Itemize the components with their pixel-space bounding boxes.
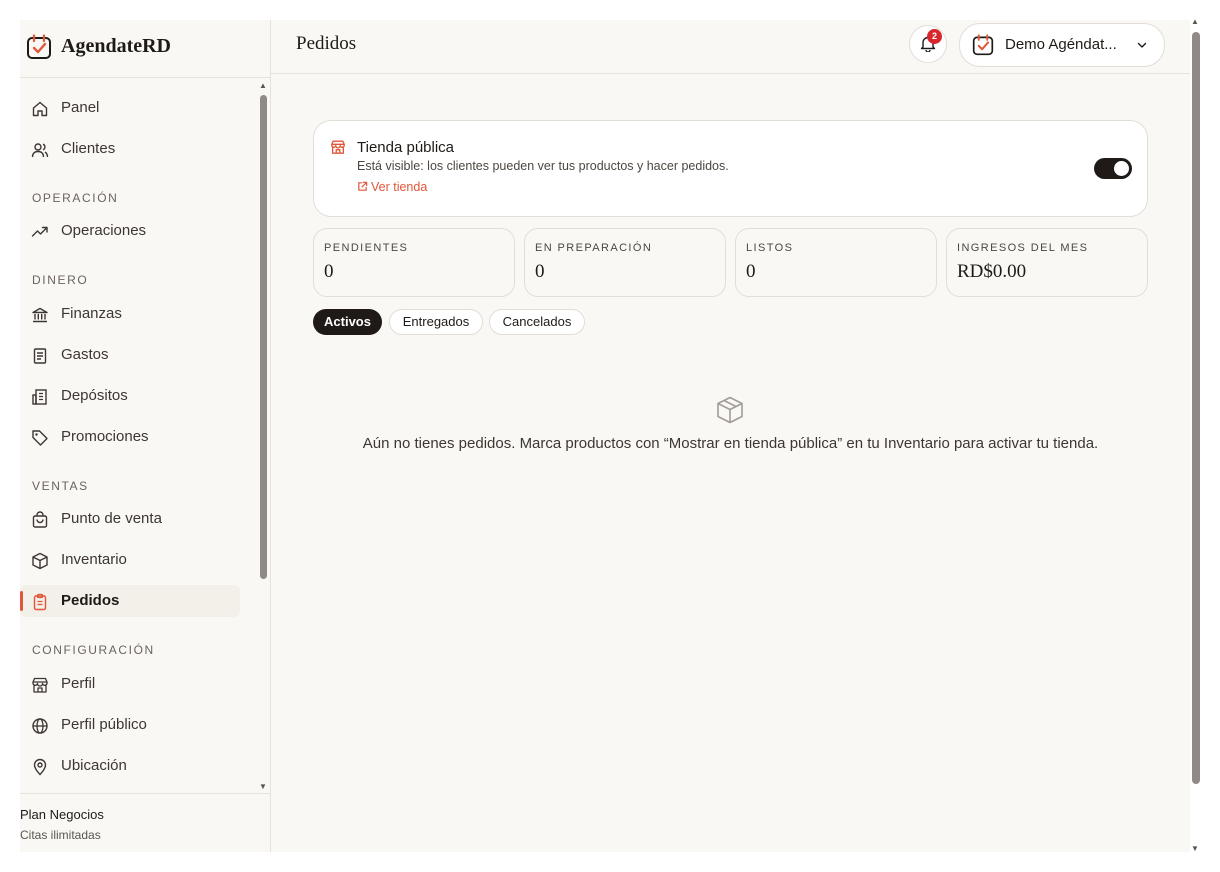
store-icon (331, 140, 345, 154)
sidebar-item-depositos[interactable]: Depósitos (20, 380, 240, 412)
sidebar-item-inventario[interactable]: Inventario (20, 544, 240, 576)
plan-name: Plan Negocios (20, 807, 104, 822)
store-description: Está visible: los clientes pueden ver tu… (357, 159, 729, 173)
public-store-card: Tienda pública Está visible: los cliente… (313, 120, 1148, 217)
sidebar-item-perfil[interactable]: Perfil (20, 668, 240, 700)
sidebar-scrollbar[interactable] (260, 95, 267, 579)
pin-icon (33, 758, 47, 776)
receipt-icon (33, 348, 47, 364)
stat-value: RD$0.00 (957, 261, 1027, 282)
tab-activos[interactable]: Activos (313, 309, 382, 335)
account-switcher[interactable]: Demo Agéndat... (959, 23, 1165, 67)
sidebar-item-promociones[interactable]: Promociones (20, 421, 240, 453)
view-store-link[interactable]: Ver tienda (357, 180, 427, 194)
users-icon (31, 143, 49, 158)
sidebar-item-panel[interactable]: Panel (20, 92, 240, 124)
trend-icon (31, 226, 48, 237)
section-ventas: VENTAS (32, 479, 89, 493)
stat-listos: LISTOS 0 (735, 228, 937, 297)
top-bar: Pedidos 2 Demo Agéndat... (271, 20, 1190, 74)
sidebar-nav: Panel Clientes OPERACIÓN Operaciones DIN… (20, 78, 256, 793)
sidebar-item-gastos[interactable]: Gastos (20, 339, 240, 371)
sidebar-item-finanzas[interactable]: Finanzas (20, 298, 240, 330)
plan-subtitle: Citas ilimitadas (20, 828, 101, 842)
stat-value: 0 (324, 261, 334, 282)
calendar-check-icon (27, 34, 51, 59)
plan-info: Plan Negocios Citas ilimitadas (20, 793, 270, 853)
scroll-down-arrow[interactable]: ▼ (259, 782, 267, 791)
section-dinero: DINERO (32, 273, 89, 287)
tab-cancelados[interactable]: Cancelados (489, 309, 585, 335)
notification-badge: 2 (927, 29, 942, 44)
sidebar-item-perfil-publico[interactable]: Perfil público (20, 709, 240, 741)
active-indicator (20, 591, 23, 611)
window-scroll-up[interactable]: ▲ (1191, 17, 1199, 26)
view-store-label: Ver tienda (371, 180, 428, 194)
home-icon (32, 101, 48, 117)
stat-pendientes: PENDIENTES 0 (313, 228, 515, 297)
sidebar-item-clientes[interactable]: Clientes (20, 133, 240, 165)
stat-label: PENDIENTES (324, 242, 409, 254)
bank-icon (32, 307, 48, 323)
store-visibility-toggle[interactable] (1094, 158, 1132, 179)
sidebar: AgendateRD Panel Clientes OPERACIÓN Oper… (20, 20, 271, 852)
account-name: Demo Agéndat... (1005, 36, 1117, 53)
section-operacion: OPERACIÓN (32, 191, 119, 205)
tab-entregados[interactable]: Entregados (389, 309, 483, 335)
stat-label: EN PREPARACIÓN (535, 242, 653, 254)
window-scroll-down[interactable]: ▼ (1191, 844, 1199, 853)
clipboard-icon (33, 593, 47, 611)
window-scrollbar[interactable] (1192, 32, 1200, 784)
sidebar-item-operaciones[interactable]: Operaciones (20, 215, 240, 247)
sidebar-item-pedidos[interactable]: Pedidos (20, 585, 240, 617)
stat-label: LISTOS (746, 242, 794, 254)
external-link-icon (358, 181, 368, 191)
stat-ingresos-del-mes: INGRESOS DEL MES RD$0.00 (946, 228, 1148, 297)
page-title: Pedidos (296, 33, 357, 54)
brand-name: AgendateRD (61, 35, 171, 57)
calendar-check-icon (972, 34, 994, 56)
main-content: Pedidos 2 Demo Agéndat... Tienda pública… (271, 20, 1190, 852)
store-title: Tienda pública (357, 139, 455, 156)
tag-icon (32, 430, 48, 446)
store-icon (32, 677, 48, 693)
stat-value: 0 (535, 261, 545, 282)
building-icon (32, 389, 47, 405)
empty-state-message: Aún no tienes pedidos. Marca productos c… (362, 435, 1099, 452)
section-configuracion: CONFIGURACIÓN (32, 643, 155, 657)
scroll-up-arrow[interactable]: ▲ (259, 81, 267, 90)
package-icon (717, 396, 743, 424)
bag-icon (32, 511, 48, 528)
sidebar-item-ubicacion[interactable]: Ubicación (20, 750, 240, 782)
toggle-knob (1114, 161, 1129, 176)
stat-value: 0 (746, 261, 756, 282)
stat-en-preparacion: EN PREPARACIÓN 0 (524, 228, 726, 297)
globe-icon (32, 718, 48, 734)
box-icon (32, 552, 48, 570)
brand[interactable]: AgendateRD (20, 20, 270, 78)
chevron-down-icon (1137, 42, 1147, 48)
app-window: AgendateRD Panel Clientes OPERACIÓN Oper… (20, 20, 1190, 852)
sidebar-item-punto-de-venta[interactable]: Punto de venta (20, 503, 240, 535)
stat-label: INGRESOS DEL MES (957, 242, 1089, 254)
